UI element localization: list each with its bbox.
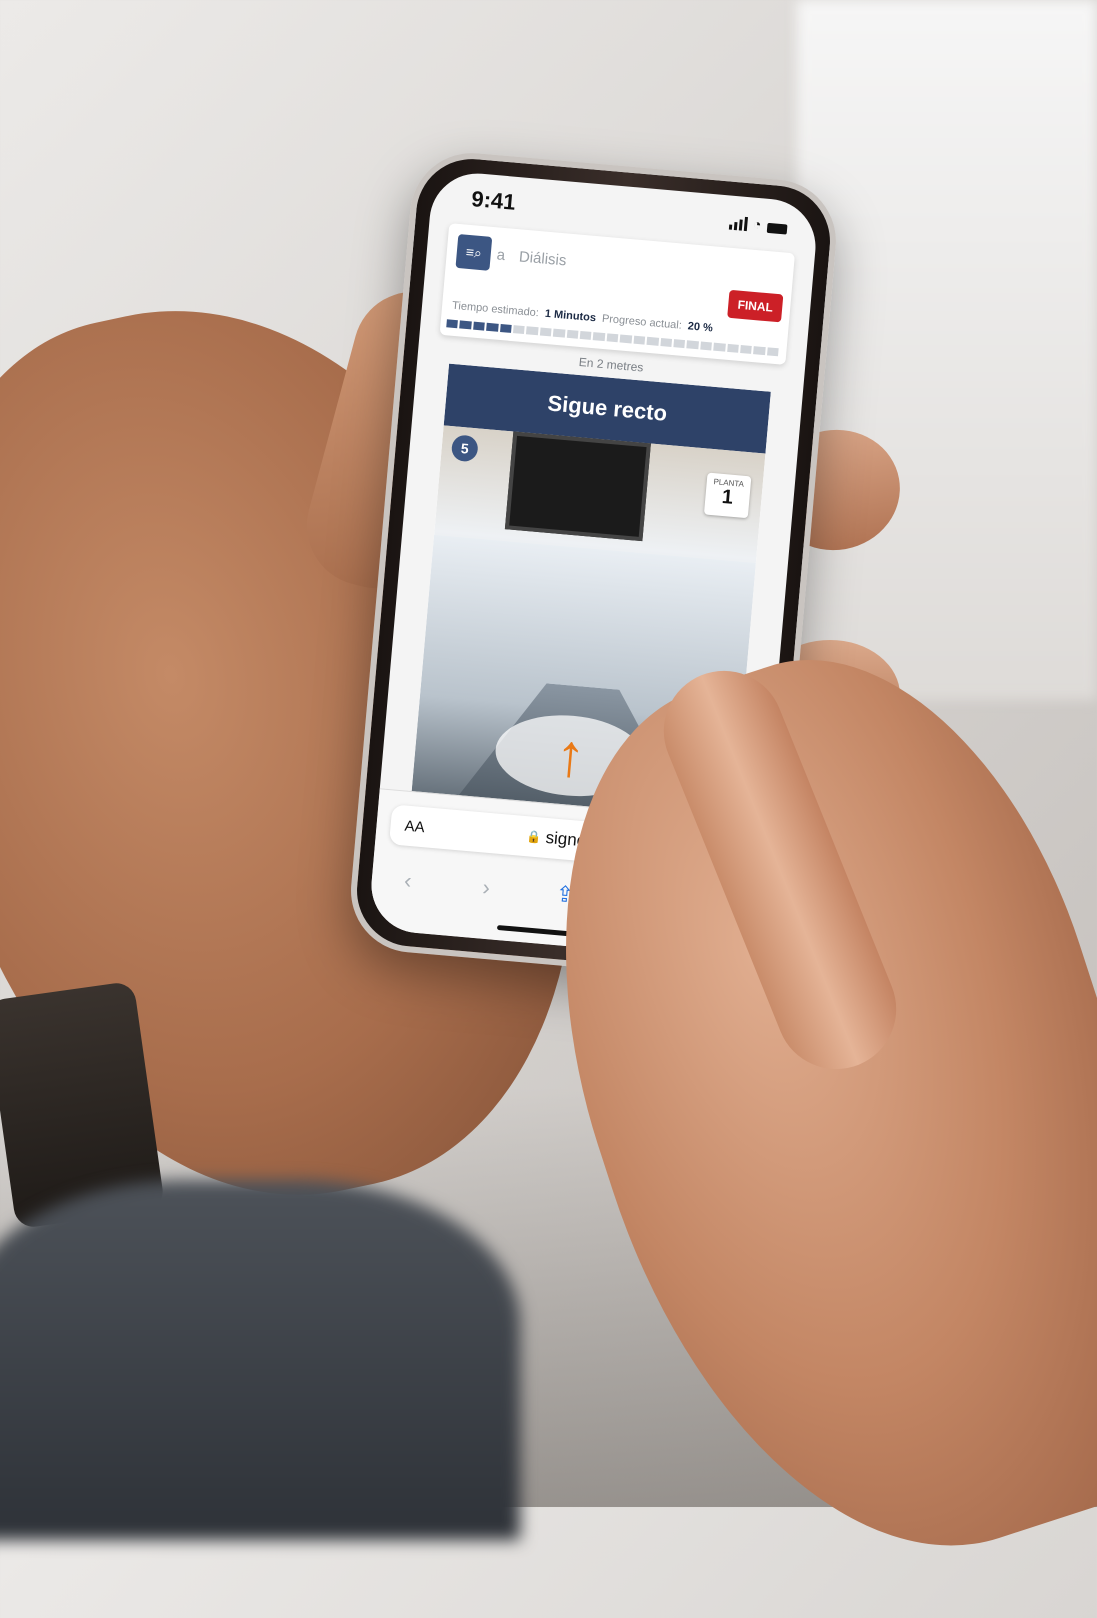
progress-label: Progreso actual: [601,312,683,332]
background-window [797,0,1097,700]
progress-segment [526,326,539,336]
progress-segment [633,335,646,345]
progress-segment [686,340,699,350]
signal-icon [728,216,748,232]
search-menu-button[interactable]: ≡⌕ [455,233,493,271]
floor-number: 1 [720,485,734,509]
destination-value: Diálisis [518,247,568,269]
sleeve [0,1180,520,1540]
progress-segment [459,320,472,330]
destination-prefix: a [496,245,506,264]
progress-segment [606,333,619,343]
progress-segment [766,347,779,357]
eta-value: 1 Minutos [544,307,597,325]
search-menu-icon: ≡⌕ [465,243,483,261]
progress-segment [539,327,552,337]
progress-segment [579,330,592,340]
ceiling-monitor [504,431,651,542]
progress-segment [713,342,726,352]
text-size-button[interactable]: AA [404,817,425,836]
arrow-up-icon: ↑ [552,720,589,790]
destination-field[interactable]: a Diálisis [495,237,677,287]
lock-icon: 🔒 [526,829,543,845]
progress-segment [472,321,486,331]
wifi-icon: ◔ [752,215,763,233]
progress-segment [486,322,499,332]
progress-segment [726,343,739,353]
final-button[interactable]: FINAL [727,289,784,323]
forward-icon[interactable]: › [465,873,507,902]
floor-badge: PLANTA 1 [703,472,752,519]
navigation-card: ≡⌕ a Diálisis FINAL Tiempo estimado: 1 M… [439,223,796,365]
eta-label: Tiempo estimado: [451,299,540,320]
progress-value: 20 % [687,320,714,335]
progress-segment [646,336,659,346]
progress-segment [446,319,459,329]
status-icons: ◔ [728,214,788,235]
progress-segment [673,339,686,349]
battery-icon [766,222,788,235]
progress-segment [753,346,766,356]
progress-segment [553,328,566,338]
progress-segment [513,325,526,335]
status-time: 9:41 [470,186,517,215]
progress-segment [740,344,753,354]
progress-segment [659,337,672,347]
step-number-badge: 5 [450,434,479,463]
progress-segment [593,332,606,342]
progress-segment [699,341,713,351]
progress-segment [619,334,632,344]
back-icon[interactable]: ‹ [387,866,429,895]
progress-segment [499,323,512,333]
progress-segment [566,329,579,339]
